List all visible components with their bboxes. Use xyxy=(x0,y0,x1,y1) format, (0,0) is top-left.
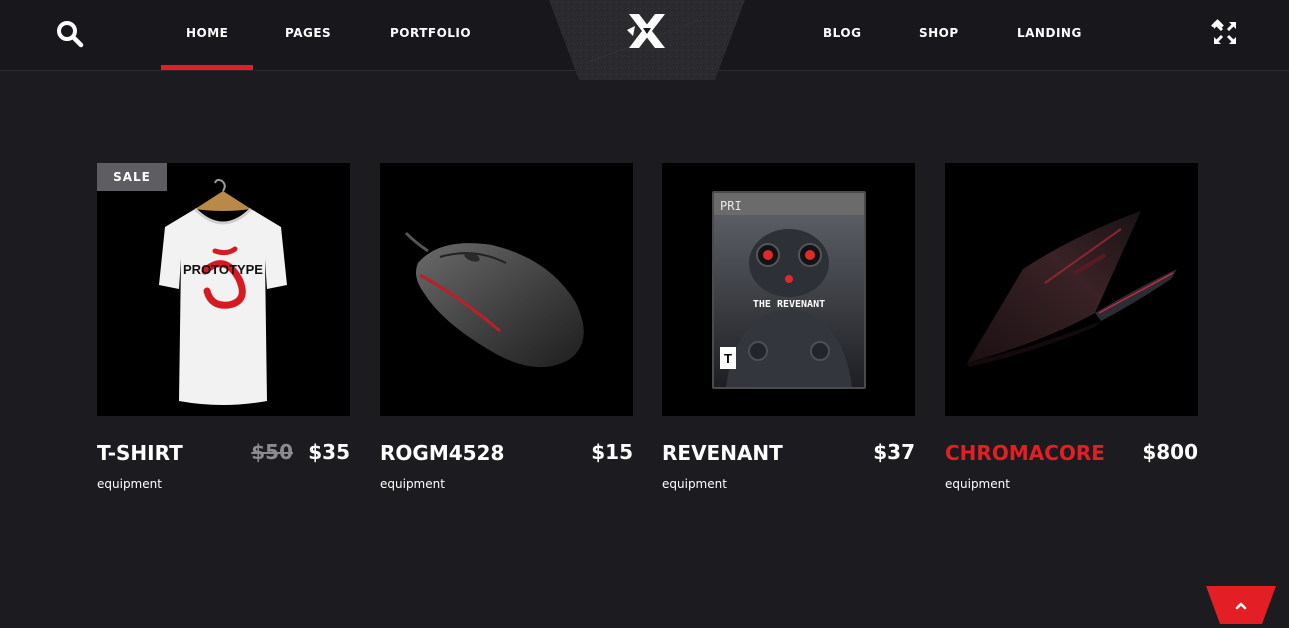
product-name[interactable]: ROGM4528 xyxy=(380,441,504,465)
site-header: HOME PAGES PORTFOLIO BLOG SHOP LANDING xyxy=(0,0,1289,80)
product-card-revenant: PRI THE REVENANT T REVENANT $37 equipmen… xyxy=(662,163,915,503)
product-image-rogm4528[interactable] xyxy=(380,163,633,416)
cover-title-text: THE REVENANT xyxy=(753,299,825,310)
product-price: $37 xyxy=(873,440,915,464)
product-card-rogm4528: ROGM4528 $15 equipment xyxy=(380,163,633,503)
nav-item-portfolio[interactable]: PORTFOLIO xyxy=(390,0,471,70)
tshirt-image: PROTOTYPE xyxy=(159,178,287,405)
cover-brand-text: PRI xyxy=(720,199,742,213)
product-image-tshirt[interactable]: SALE PROTOTYPE xyxy=(97,163,350,416)
product-image-chromacore[interactable] xyxy=(945,163,1198,416)
product-name[interactable]: CHROMACORE xyxy=(945,441,1105,465)
cover-rating-text: T xyxy=(724,351,732,366)
fullscreen-icon xyxy=(1211,19,1237,45)
nav-item-pages[interactable]: PAGES xyxy=(285,0,331,70)
product-name[interactable]: T-SHIRT xyxy=(97,441,183,465)
product-name[interactable]: REVENANT xyxy=(662,441,783,465)
nav-item-shop[interactable]: SHOP xyxy=(919,0,959,70)
product-category[interactable]: equipment xyxy=(662,477,727,491)
product-category[interactable]: equipment xyxy=(945,477,1010,491)
product-price: $800 xyxy=(1142,440,1198,464)
product-old-price: $50 xyxy=(251,440,293,464)
product-category[interactable]: equipment xyxy=(97,477,162,491)
sale-badge: SALE xyxy=(97,163,167,191)
x-logo-icon xyxy=(627,14,665,48)
product-card-chromacore: CHROMACORE $800 equipment xyxy=(945,163,1198,503)
search-icon xyxy=(57,21,84,48)
chevron-up-icon xyxy=(1206,586,1276,624)
mouse-image xyxy=(404,231,584,368)
fullscreen-button[interactable] xyxy=(1211,19,1239,47)
site-logo[interactable] xyxy=(625,10,669,52)
laptop-image xyxy=(967,211,1177,367)
product-category[interactable]: equipment xyxy=(380,477,445,491)
nav-item-blog[interactable]: BLOG xyxy=(823,0,861,70)
search-button[interactable] xyxy=(55,19,85,49)
back-to-top-button[interactable] xyxy=(1206,586,1276,624)
product-image-revenant[interactable]: PRI THE REVENANT T xyxy=(662,163,915,416)
product-price: $35 xyxy=(308,440,350,464)
game-cover-image: PRI THE REVENANT T xyxy=(712,191,866,389)
product-price: $15 xyxy=(591,440,633,464)
shirt-print-text: PROTOTYPE xyxy=(183,262,263,277)
nav-item-landing[interactable]: LANDING xyxy=(1017,0,1082,70)
nav-item-home[interactable]: HOME xyxy=(160,0,255,70)
product-card-tshirt: SALE PROTOTYPE T-SHIRT $50 $35 equipment xyxy=(97,163,350,503)
